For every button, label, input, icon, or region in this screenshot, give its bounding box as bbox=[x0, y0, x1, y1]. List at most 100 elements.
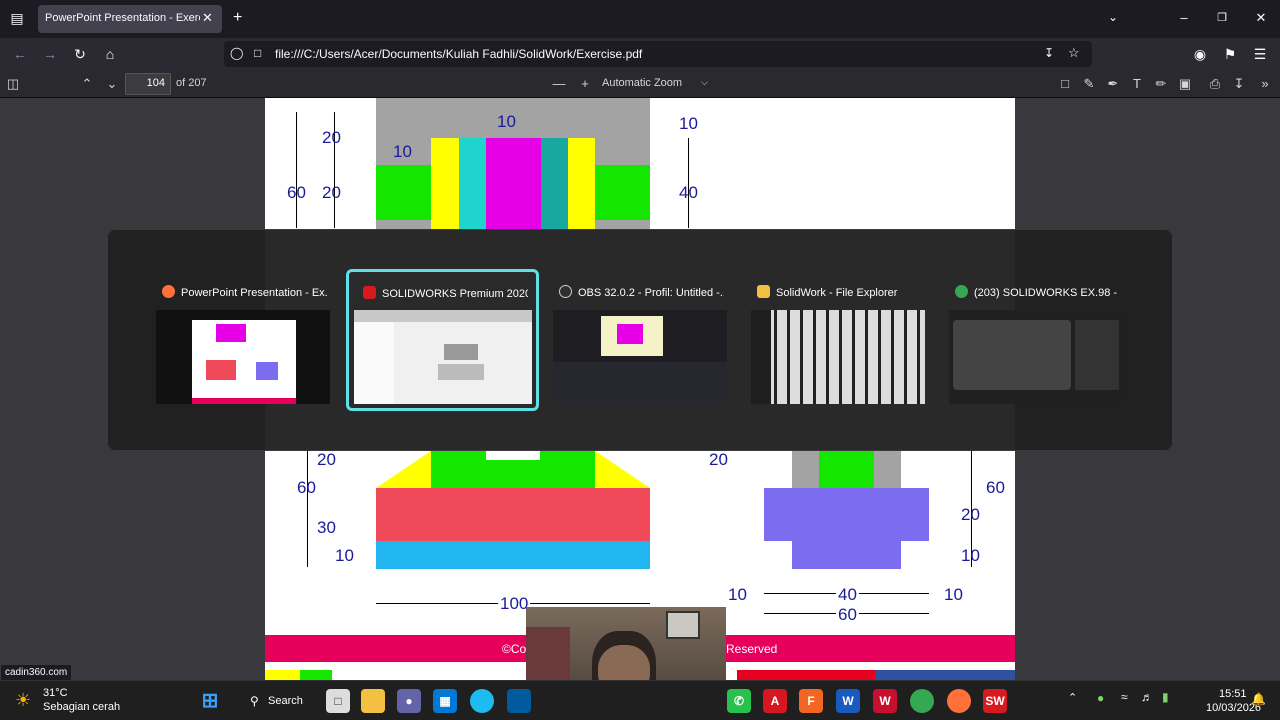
dim-label: 60 bbox=[986, 478, 1005, 497]
dim-label: 10 bbox=[497, 112, 516, 131]
solidworks-icon[interactable]: SW bbox=[983, 689, 1007, 713]
menu-icon[interactable]: ☰ bbox=[1250, 45, 1270, 63]
shape-white-slot bbox=[486, 451, 540, 460]
window-thumbnail bbox=[354, 310, 532, 404]
zoom-select[interactable]: Automatic Zoom ⌵ bbox=[596, 73, 714, 95]
weather-temperature[interactable]: 31°C bbox=[43, 687, 68, 699]
folder-icon bbox=[757, 285, 770, 298]
microphone-icon[interactable]: ● bbox=[1097, 691, 1104, 705]
dim-label: 10 bbox=[944, 585, 963, 604]
dim-label: 60 bbox=[287, 183, 306, 202]
firefox-icon[interactable] bbox=[947, 689, 971, 713]
switcher-item-chrome[interactable]: (203) SOLIDWORKS EX.98 - Y... bbox=[947, 275, 1125, 407]
weather-icon[interactable]: ☀ bbox=[15, 690, 37, 710]
shape-cyan bbox=[459, 138, 486, 230]
url-bar[interactable]: ◯ □ file:///C:/Users/Acer/Documents/Kuli… bbox=[224, 41, 1092, 67]
zoom-value: Automatic Zoom bbox=[602, 77, 683, 89]
switcher-item-obs[interactable]: OBS 32.0.2 - Profil: Untitled -... bbox=[551, 275, 729, 407]
taskbar-search[interactable]: ⚲ Search bbox=[242, 690, 308, 712]
sidebar-toggle-icon[interactable]: ◫ bbox=[4, 76, 22, 92]
file-explorer-icon[interactable] bbox=[361, 689, 385, 713]
switcher-item-explorer[interactable]: SolidWork - File Explorer bbox=[749, 275, 927, 407]
wps-icon[interactable]: W bbox=[873, 689, 897, 713]
shield-icon[interactable]: ◯ bbox=[230, 46, 243, 60]
page-count: of 207 bbox=[176, 77, 207, 89]
phone-link-icon[interactable]: ✆ bbox=[727, 689, 751, 713]
teams-icon[interactable]: ● bbox=[397, 689, 421, 713]
shape-green-right bbox=[595, 165, 650, 220]
switcher-item-header: SOLIDWORKS Premium 2020... bbox=[363, 286, 528, 302]
weather-description[interactable]: Sebagian cerah bbox=[43, 701, 120, 713]
firefox-icon bbox=[162, 285, 175, 298]
chrome-icon[interactable] bbox=[910, 689, 934, 713]
close-window-icon[interactable]: ✕ bbox=[1249, 8, 1273, 28]
dim-label: 20 bbox=[317, 450, 336, 469]
url-text[interactable]: file:///C:/Users/Acer/Documents/Kuliah F… bbox=[275, 47, 642, 61]
battery-icon[interactable]: ▮ bbox=[1162, 690, 1169, 704]
zoom-in-icon[interactable]: + bbox=[576, 76, 594, 92]
nav-bar: ← → ↻ ⌂ ◯ □ file:///C:/Users/Acer/Docume… bbox=[0, 38, 1280, 70]
vscode-icon[interactable] bbox=[507, 689, 531, 713]
dim-label: 30 bbox=[317, 518, 336, 537]
restore-icon[interactable]: ❐ bbox=[1210, 8, 1234, 28]
comment-icon[interactable]: □ bbox=[1056, 76, 1074, 92]
home-icon[interactable]: ⌂ bbox=[100, 45, 120, 63]
edge-icon[interactable] bbox=[470, 689, 494, 713]
switcher-item-header: (203) SOLIDWORKS EX.98 - Y... bbox=[955, 285, 1120, 301]
dim-label: 10 bbox=[679, 114, 698, 133]
account-icon[interactable]: ◉ bbox=[1190, 45, 1210, 63]
previous-page-icon[interactable]: ⌃ bbox=[78, 76, 96, 92]
save-pdf-icon[interactable]: ↧ bbox=[1044, 46, 1054, 60]
window-thumbnail bbox=[949, 310, 1123, 404]
reload-icon[interactable]: ↻ bbox=[70, 45, 90, 63]
switcher-item-header: SolidWork - File Explorer bbox=[757, 285, 922, 301]
bookmark-star-icon[interactable]: ☆ bbox=[1068, 45, 1080, 61]
task-view-icon[interactable]: □ bbox=[326, 689, 350, 713]
shape-yellow-left bbox=[431, 138, 459, 230]
download-icon[interactable]: ↧ bbox=[1230, 76, 1248, 92]
dim-label: 20 bbox=[322, 183, 341, 202]
tray-overflow-icon[interactable]: ⌃ bbox=[1068, 691, 1077, 704]
switcher-item-title: (203) SOLIDWORKS EX.98 - Y... bbox=[974, 287, 1120, 299]
next-page-icon[interactable]: ⌄ bbox=[103, 76, 121, 92]
store-icon[interactable]: ▦ bbox=[433, 689, 457, 713]
window-thumbnail bbox=[553, 310, 727, 404]
dim-label: 20 bbox=[961, 505, 980, 524]
extensions-icon[interactable]: ⚑ bbox=[1220, 45, 1240, 63]
notification-icon[interactable]: 🔔 bbox=[1251, 692, 1266, 706]
switcher-item-solidworks[interactable]: SOLIDWORKS Premium 2020... bbox=[346, 269, 539, 411]
clock-time[interactable]: 15:51 bbox=[1219, 688, 1247, 700]
forward-icon[interactable]: → bbox=[40, 45, 60, 63]
dim-label: 20 bbox=[322, 128, 341, 147]
print-icon[interactable]: ⎙ bbox=[1206, 76, 1224, 92]
highlight-icon[interactable]: ✒ bbox=[1104, 76, 1122, 92]
wifi-icon[interactable]: ≈ bbox=[1121, 690, 1128, 704]
dim-label: 60 bbox=[297, 478, 316, 497]
volume-icon[interactable]: ♬ bbox=[1141, 690, 1153, 704]
word-icon[interactable]: W bbox=[836, 689, 860, 713]
dim-label: 60 bbox=[836, 605, 859, 625]
tab-bar: ▤ PowerPoint Presentation - Exercise.pdf… bbox=[0, 0, 1280, 38]
text-tool-icon[interactable]: T bbox=[1128, 76, 1146, 92]
acrobat-icon[interactable]: A bbox=[763, 689, 787, 713]
tab-list-icon[interactable]: ▤ bbox=[8, 9, 26, 27]
tab-title: PowerPoint Presentation - Exercise.pdf bbox=[45, 12, 200, 24]
tab-close-icon[interactable]: ✕ bbox=[202, 10, 213, 26]
chrome-icon bbox=[955, 285, 968, 298]
more-tools-icon[interactable]: » bbox=[1256, 76, 1274, 92]
zoom-out-icon[interactable]: — bbox=[550, 76, 568, 92]
page-number-input[interactable]: 104 bbox=[125, 73, 171, 95]
back-icon[interactable]: ← bbox=[10, 45, 30, 63]
start-icon[interactable]: ⊞ bbox=[198, 689, 222, 713]
draw-icon[interactable]: ✏ bbox=[1152, 76, 1170, 92]
signature-icon[interactable]: ✎ bbox=[1080, 76, 1098, 92]
new-tab-button[interactable]: + bbox=[233, 9, 242, 27]
foxit-icon[interactable]: F bbox=[799, 689, 823, 713]
chevron-down-icon[interactable]: ⌄ bbox=[1108, 10, 1118, 24]
tab-active[interactable]: PowerPoint Presentation - Exercise.pdf ✕ bbox=[38, 5, 222, 33]
minimize-icon[interactable]: – bbox=[1172, 8, 1196, 28]
window-thumbnail bbox=[156, 310, 330, 404]
switcher-item-powerpoint[interactable]: PowerPoint Presentation - Ex... bbox=[154, 275, 332, 407]
dim-line bbox=[307, 451, 308, 567]
image-icon[interactable]: ▣ bbox=[1176, 76, 1194, 92]
